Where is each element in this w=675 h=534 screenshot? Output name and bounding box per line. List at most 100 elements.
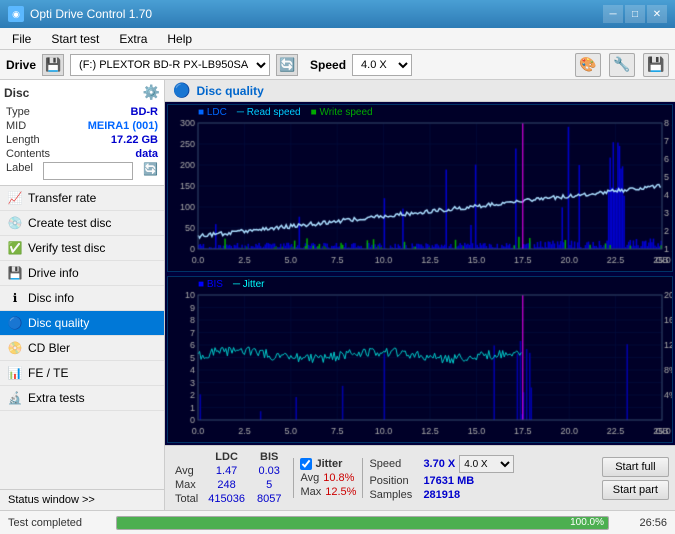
- sidebar: Disc ⚙️ Type BD-R MID MEIRA1 (001) Lengt…: [0, 80, 165, 510]
- drive-refresh-icon[interactable]: 🔄: [276, 54, 298, 76]
- speed-label: Speed: [310, 58, 346, 72]
- disc-info-icon: ℹ: [8, 291, 22, 305]
- jitter-checkbox[interactable]: [300, 458, 312, 470]
- nav-item-transfer-rate[interactable]: 📈 Transfer rate: [0, 186, 164, 211]
- chart-upper: ■ LDC ─ Read speed ■ Write speed: [167, 104, 673, 272]
- chart-title-icon: 🔵: [173, 82, 190, 99]
- nav-label-disc-info: Disc info: [28, 291, 74, 305]
- legend-bis: ■ BIS: [198, 279, 223, 290]
- stats-total-label: Total: [171, 492, 202, 506]
- content-area: 🔵 Disc quality ■ LDC ─ Read speed ■ Writ…: [165, 80, 675, 510]
- speed-select-dropdown[interactable]: 4.0 X: [459, 455, 514, 473]
- menu-start-test[interactable]: Start test: [43, 30, 107, 48]
- nav-item-disc-info[interactable]: ℹ Disc info: [0, 286, 164, 311]
- samples-row: Samples 281918: [369, 489, 514, 501]
- nav-item-verify-test-disc[interactable]: ✅ Verify test disc: [0, 236, 164, 261]
- statusbar: Test completed 100.0% 26:56: [0, 510, 675, 534]
- stats-header-ldc: LDC: [202, 450, 251, 464]
- nav-item-drive-info[interactable]: 💾 Drive info: [0, 261, 164, 286]
- progress-pct: 100.0%: [570, 517, 604, 528]
- jitter-section: Jitter Avg 10.8% Max 12.5%: [300, 458, 356, 498]
- disc-mid-value: MEIRA1 (001): [88, 120, 158, 132]
- drive-info-icon: 💾: [8, 266, 22, 280]
- nav-item-create-test-disc[interactable]: 💿 Create test disc: [0, 211, 164, 236]
- samples-key: Samples: [369, 489, 419, 501]
- toolbar-btn-3[interactable]: 💾: [643, 53, 669, 77]
- transfer-rate-icon: 📈: [8, 191, 22, 205]
- position-value: 17631 MB: [423, 475, 474, 487]
- titlebar: ◉ Opti Drive Control 1.70 ─ □ ✕: [0, 0, 675, 28]
- cd-bler-icon: 📀: [8, 341, 22, 355]
- stats-total-ldc: 415036: [202, 492, 251, 506]
- nav-item-extra-tests[interactable]: 🔬 Extra tests: [0, 386, 164, 411]
- jitter-avg-label: Avg: [300, 472, 319, 484]
- nav-item-cd-bler[interactable]: 📀 CD Bler: [0, 336, 164, 361]
- disc-type-row: Type BD-R: [4, 105, 160, 119]
- nav-item-disc-quality[interactable]: 🔵 Disc quality: [0, 311, 164, 336]
- speed-section: Speed 3.70 X 4.0 X Position 17631 MB Sam…: [369, 455, 514, 501]
- samples-value: 281918: [423, 489, 460, 501]
- chart-title-bar: 🔵 Disc quality: [165, 80, 675, 102]
- speed-select[interactable]: 4.0 X: [352, 54, 412, 76]
- speed-key: Speed: [369, 458, 419, 470]
- menu-extra[interactable]: Extra: [111, 30, 155, 48]
- disc-contents-label: Contents: [6, 148, 50, 160]
- disc-label-input[interactable]: [43, 162, 133, 180]
- status-window[interactable]: Status window >>: [0, 489, 164, 510]
- app-icon: ◉: [8, 6, 24, 22]
- status-window-label: Status window >>: [8, 494, 95, 506]
- jitter-header-row: Jitter: [300, 458, 356, 470]
- stats-avg-label: Avg: [171, 464, 202, 478]
- sidebar-nav: 📈 Transfer rate 💿 Create test disc ✅ Ver…: [0, 186, 164, 489]
- disc-length-value: 17.22 GB: [111, 134, 158, 146]
- disc-settings-icon[interactable]: ⚙️: [143, 84, 160, 101]
- nav-label-verify-test-disc: Verify test disc: [28, 241, 105, 255]
- menu-help[interactable]: Help: [159, 30, 200, 48]
- titlebar-left: ◉ Opti Drive Control 1.70: [8, 6, 152, 22]
- verify-test-disc-icon: ✅: [8, 241, 22, 255]
- stats-avg-bis: 0.03: [251, 464, 287, 478]
- stats-header-bis: BIS: [251, 450, 287, 464]
- nav-label-transfer-rate: Transfer rate: [28, 191, 96, 205]
- legend-read-speed: ─ Read speed: [237, 107, 301, 118]
- progress-bar-fill: 100.0%: [117, 517, 608, 529]
- position-row: Position 17631 MB: [369, 475, 514, 487]
- stats-table: LDC BIS Avg 1.47 0.03 Max 248 5 Total 41…: [171, 450, 287, 506]
- toolbar-btn-1[interactable]: 🎨: [575, 53, 601, 77]
- close-button[interactable]: ✕: [647, 5, 667, 23]
- disc-section: Disc ⚙️ Type BD-R MID MEIRA1 (001) Lengt…: [0, 80, 164, 186]
- stats-max-bis: 5: [251, 478, 287, 492]
- menu-file[interactable]: File: [4, 30, 39, 48]
- maximize-button[interactable]: □: [625, 5, 645, 23]
- jitter-max-label: Max: [300, 486, 321, 498]
- disc-length-row: Length 17.22 GB: [4, 133, 160, 147]
- jitter-avg-row: Avg 10.8%: [300, 472, 356, 484]
- jitter-avg-value: 10.8%: [323, 472, 354, 484]
- speed-value: 3.70 X: [423, 458, 455, 470]
- chart-title: Disc quality: [196, 84, 263, 98]
- upper-chart-canvas: [168, 105, 672, 271]
- minimize-button[interactable]: ─: [603, 5, 623, 23]
- drive-eject-icon[interactable]: 💾: [42, 54, 64, 76]
- jitter-max-value: 12.5%: [325, 486, 356, 498]
- nav-item-fe-te[interactable]: 📊 FE / TE: [0, 361, 164, 386]
- stats-divider-1: [293, 458, 294, 498]
- drive-select[interactable]: (F:) PLEXTOR BD-R PX-LB950SA 1.04: [70, 54, 270, 76]
- time-text: 26:56: [617, 517, 667, 529]
- disc-length-label: Length: [6, 134, 40, 146]
- fe-te-icon: 📊: [8, 366, 22, 380]
- stats-max-label: Max: [171, 478, 202, 492]
- jitter-max-row: Max 12.5%: [300, 486, 356, 498]
- toolbar-btn-2[interactable]: 🔧: [609, 53, 635, 77]
- disc-label-row: Label 🔄: [4, 161, 160, 181]
- start-part-button[interactable]: Start part: [602, 480, 669, 500]
- disc-contents-value: data: [135, 148, 158, 160]
- app-title: Opti Drive Control 1.70: [30, 7, 152, 21]
- start-full-button[interactable]: Start full: [602, 457, 669, 477]
- disc-label-icon[interactable]: 🔄: [143, 162, 158, 180]
- progress-bar-container: 100.0%: [116, 516, 609, 530]
- create-test-disc-icon: 💿: [8, 216, 22, 230]
- disc-contents-row: Contents data: [4, 147, 160, 161]
- nav-label-create-test-disc: Create test disc: [28, 216, 111, 230]
- nav-label-extra-tests: Extra tests: [28, 391, 85, 405]
